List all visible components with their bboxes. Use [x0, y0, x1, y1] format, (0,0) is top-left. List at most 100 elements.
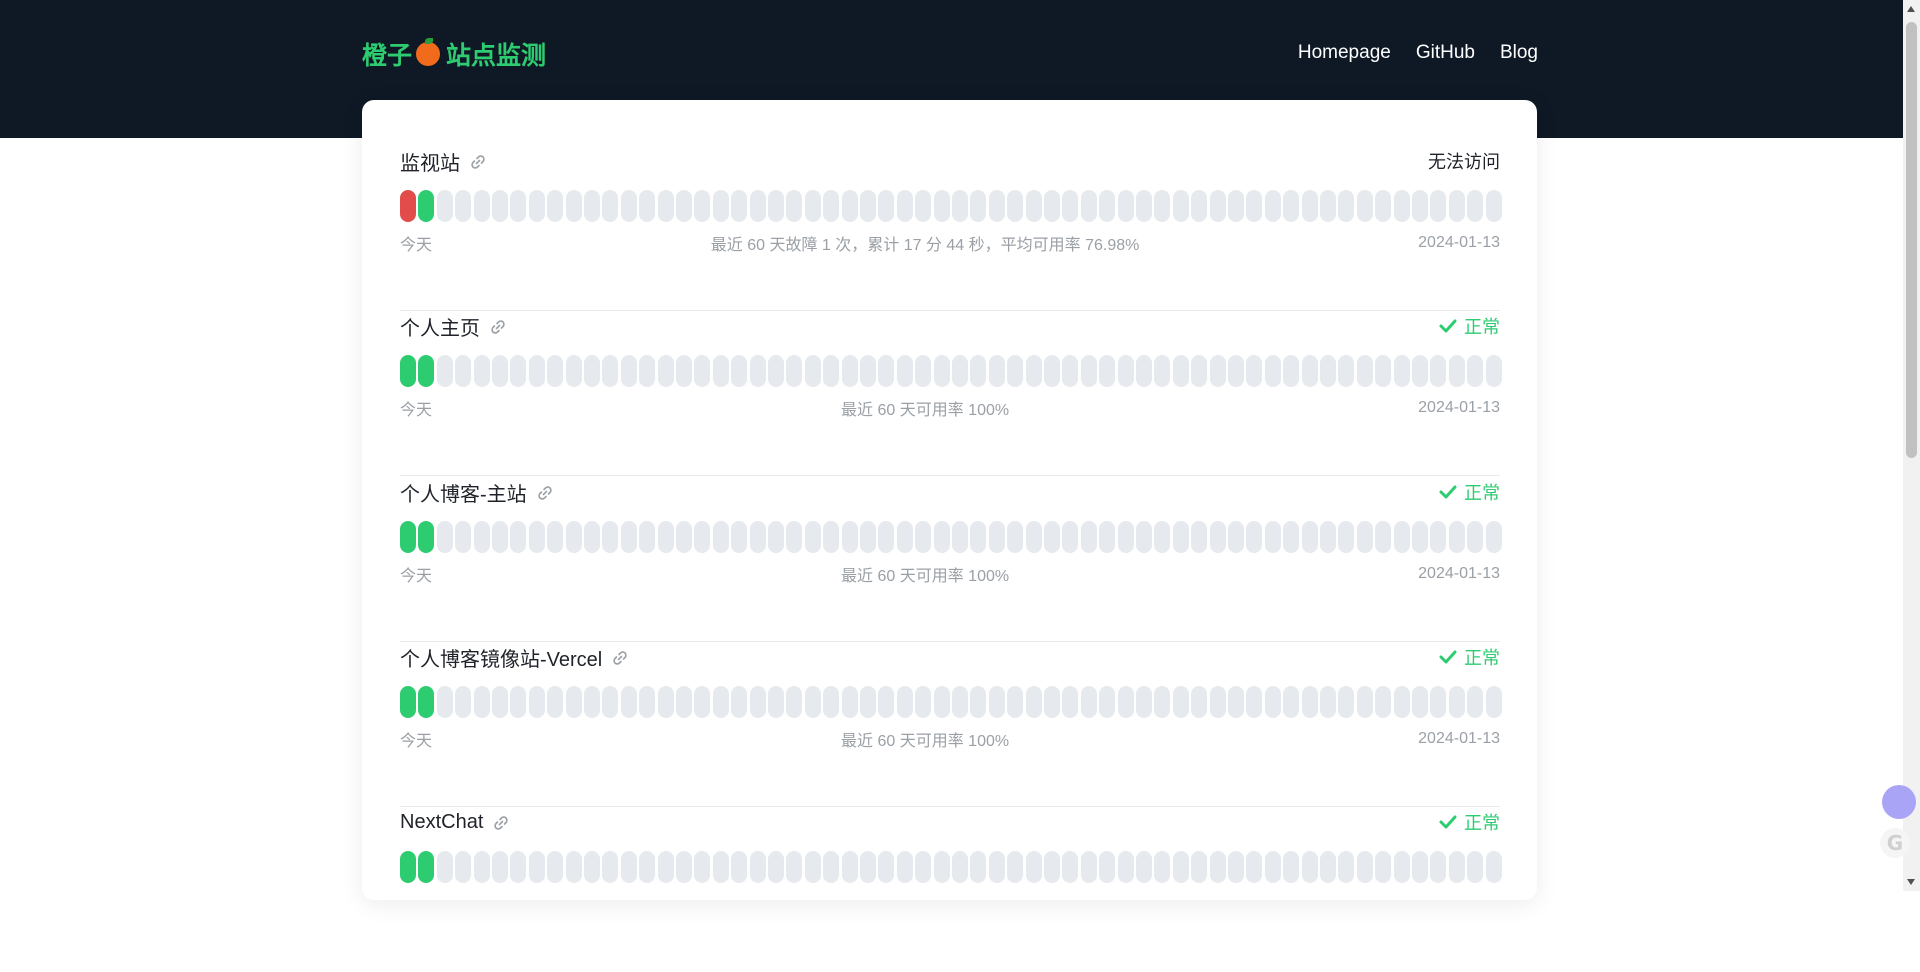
uptime-bar[interactable]	[1209, 190, 1226, 222]
uptime-bar[interactable]	[528, 521, 545, 553]
uptime-bar[interactable]	[1080, 190, 1097, 222]
uptime-bar[interactable]	[1025, 686, 1042, 718]
uptime-bar[interactable]	[565, 851, 582, 883]
uptime-bar[interactable]	[749, 851, 766, 883]
uptime-bar[interactable]	[584, 190, 600, 222]
uptime-bar[interactable]	[1025, 521, 1042, 553]
uptime-bar[interactable]	[1191, 190, 1208, 222]
uptime-bar[interactable]	[878, 851, 895, 883]
uptime-bar[interactable]	[1007, 686, 1024, 718]
uptime-bar[interactable]	[400, 686, 416, 718]
uptime-bar[interactable]	[731, 355, 748, 387]
uptime-bar[interactable]	[712, 686, 729, 718]
uptime-bar[interactable]	[1430, 355, 1447, 387]
uptime-bar[interactable]	[915, 521, 932, 553]
uptime-bar[interactable]	[1467, 190, 1484, 222]
uptime-bar[interactable]	[860, 521, 876, 553]
uptime-bar[interactable]	[1191, 355, 1208, 387]
uptime-bar[interactable]	[952, 851, 968, 883]
uptime-bar[interactable]	[1246, 686, 1263, 718]
uptime-bar[interactable]	[1393, 851, 1410, 883]
uptime-bar[interactable]	[786, 851, 803, 883]
uptime-bar[interactable]	[1117, 851, 1134, 883]
uptime-bar[interactable]	[970, 686, 987, 718]
uptime-bar[interactable]	[1467, 851, 1484, 883]
uptime-bar[interactable]	[1338, 521, 1355, 553]
uptime-bar[interactable]	[584, 355, 600, 387]
link-icon[interactable]	[490, 318, 506, 334]
uptime-bar[interactable]	[455, 686, 472, 718]
uptime-bar[interactable]	[1080, 355, 1097, 387]
uptime-bar[interactable]	[1356, 851, 1373, 883]
uptime-bar[interactable]	[896, 851, 913, 883]
uptime-bar[interactable]	[1320, 851, 1336, 883]
uptime-bar[interactable]	[584, 851, 600, 883]
uptime-bar[interactable]	[1412, 355, 1428, 387]
uptime-bar[interactable]	[786, 521, 803, 553]
uptime-bar[interactable]	[528, 190, 545, 222]
uptime-bar[interactable]	[1007, 521, 1024, 553]
uptime-bar[interactable]	[1283, 686, 1300, 718]
uptime-bar[interactable]	[1393, 521, 1410, 553]
uptime-bar[interactable]	[731, 686, 748, 718]
uptime-bar[interactable]	[400, 355, 416, 387]
uptime-bar[interactable]	[768, 851, 784, 883]
floating-action-button[interactable]	[1882, 785, 1916, 819]
uptime-bar[interactable]	[1448, 355, 1465, 387]
uptime-bar[interactable]	[860, 190, 876, 222]
uptime-bar[interactable]	[915, 190, 932, 222]
uptime-bar[interactable]	[915, 355, 932, 387]
uptime-bar[interactable]	[1062, 190, 1079, 222]
uptime-bar[interactable]	[1117, 521, 1134, 553]
uptime-bar[interactable]	[528, 686, 545, 718]
scrollbar-thumb[interactable]	[1906, 22, 1917, 458]
uptime-bar[interactable]	[731, 190, 748, 222]
uptime-bar[interactable]	[1485, 851, 1502, 883]
uptime-bar[interactable]	[1136, 521, 1152, 553]
uptime-bar[interactable]	[1154, 190, 1171, 222]
uptime-bar[interactable]	[1375, 521, 1392, 553]
uptime-bar[interactable]	[657, 686, 674, 718]
uptime-bar[interactable]	[731, 851, 748, 883]
uptime-bar[interactable]	[1154, 521, 1171, 553]
uptime-bar[interactable]	[1136, 355, 1152, 387]
uptime-bar[interactable]	[473, 851, 490, 883]
uptime-bar[interactable]	[1356, 686, 1373, 718]
uptime-bar[interactable]	[1007, 355, 1024, 387]
uptime-bar[interactable]	[510, 190, 527, 222]
uptime-bar[interactable]	[1246, 851, 1263, 883]
uptime-bar[interactable]	[436, 355, 453, 387]
uptime-bar[interactable]	[749, 355, 766, 387]
uptime-bar[interactable]	[804, 686, 821, 718]
uptime-bar[interactable]	[952, 190, 968, 222]
uptime-bar[interactable]	[676, 190, 692, 222]
uptime-bar[interactable]	[878, 686, 895, 718]
uptime-bar[interactable]	[473, 355, 490, 387]
uptime-bar[interactable]	[676, 686, 692, 718]
uptime-bar[interactable]	[1228, 355, 1244, 387]
uptime-bar[interactable]	[896, 190, 913, 222]
uptime-bar[interactable]	[1485, 190, 1502, 222]
uptime-bar[interactable]	[1246, 355, 1263, 387]
uptime-bar[interactable]	[1044, 686, 1060, 718]
link-icon[interactable]	[537, 484, 553, 500]
uptime-bar[interactable]	[1448, 521, 1465, 553]
uptime-bar[interactable]	[1301, 521, 1318, 553]
uptime-bar[interactable]	[1080, 686, 1097, 718]
uptime-bar[interactable]	[1025, 851, 1042, 883]
uptime-bar[interactable]	[1246, 521, 1263, 553]
uptime-bar[interactable]	[1191, 686, 1208, 718]
uptime-bar[interactable]	[1062, 521, 1079, 553]
uptime-bar[interactable]	[1375, 851, 1392, 883]
uptime-bar[interactable]	[547, 851, 564, 883]
uptime-bar[interactable]	[510, 521, 527, 553]
uptime-bar[interactable]	[400, 851, 416, 883]
uptime-bar[interactable]	[1117, 355, 1134, 387]
uptime-bar[interactable]	[1412, 851, 1428, 883]
uptime-bar[interactable]	[1228, 190, 1244, 222]
uptime-bar[interactable]	[1025, 190, 1042, 222]
uptime-bar[interactable]	[1430, 521, 1447, 553]
uptime-bar[interactable]	[860, 851, 876, 883]
uptime-bar[interactable]	[1375, 355, 1392, 387]
uptime-bar[interactable]	[1430, 190, 1447, 222]
